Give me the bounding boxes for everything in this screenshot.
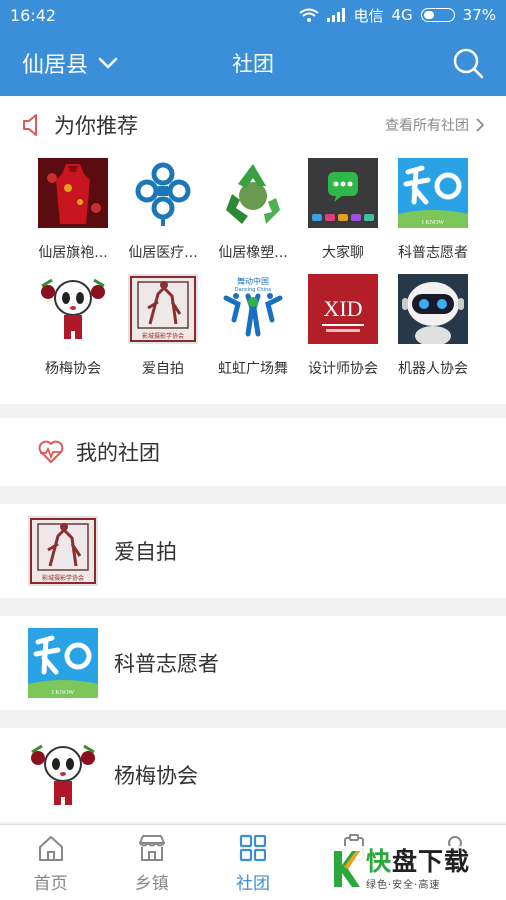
location-label: 仙居县	[22, 53, 89, 78]
see-all-link[interactable]: 查看所有社团	[385, 115, 484, 135]
my-club-row[interactable]: 杨梅协会	[0, 728, 506, 822]
status-time: 16:42	[10, 5, 57, 25]
club-item[interactable]: 仙居旗袍...	[28, 158, 118, 262]
my-club-name: 爱自拍	[114, 540, 177, 564]
watermark-brand: 快盘下载	[366, 846, 471, 876]
club-item[interactable]: XID 设计师协会	[298, 274, 388, 378]
tab-clubs[interactable]: 社团	[202, 825, 303, 900]
qipao-dress-thumb	[38, 158, 108, 228]
svg-text:I KNOW: I KNOW	[422, 220, 444, 226]
club-item[interactable]: 机器人协会	[388, 274, 478, 378]
watermark-k-icon	[334, 851, 360, 887]
recommend-section: 为你推荐 查看所有社团 仙居旗袍... 仙居医疗... 仙居橡塑... 大家聊 …	[0, 96, 506, 404]
club-label: 大家聊	[322, 245, 364, 261]
club-label: 仙居医疗...	[128, 245, 198, 261]
club-item[interactable]: 大家聊	[298, 158, 388, 262]
search-icon[interactable]	[452, 47, 484, 79]
tab-label: 社团	[236, 874, 270, 894]
svg-text:XID: XID	[323, 296, 362, 321]
heart-pulse-icon	[38, 440, 64, 463]
dancing-china-logo: 舞动中国 Dancing China	[218, 274, 288, 344]
svg-text:影城摄影学协会: 影城摄影学协会	[142, 332, 184, 340]
my-club-name: 科普志愿者	[114, 652, 219, 676]
club-label: 仙居旗袍...	[38, 245, 108, 261]
carrier-label: 电信	[353, 6, 384, 25]
i-know-logo: I KNOW	[398, 158, 468, 228]
shop-icon	[138, 835, 165, 861]
svg-text:舞动中国: 舞动中国	[237, 276, 269, 286]
tab-home[interactable]: 首页	[0, 825, 101, 900]
location-selector[interactable]: 仙居县	[22, 47, 118, 79]
club-item[interactable]: 仙居医疗...	[118, 158, 208, 262]
watermark-logo: 快盘下载 绿色·安全·高速	[330, 846, 500, 892]
club-item[interactable]: I KNOW 科普志愿者	[388, 158, 478, 262]
photography-association-logo: 影城摄影学协会	[28, 516, 98, 586]
home-icon	[38, 836, 63, 861]
club-item[interactable]: 仙居橡塑...	[208, 158, 298, 262]
my-club-name: 杨梅协会	[114, 764, 198, 788]
club-item[interactable]: 影城摄影学协会 爱自拍	[118, 274, 208, 378]
tab-towns[interactable]: 乡镇	[101, 825, 202, 900]
chevron-down-icon	[98, 57, 118, 69]
my-club-row[interactable]: 影城摄影学协会 爱自拍	[0, 504, 506, 598]
club-item[interactable]: 杨梅协会	[28, 274, 118, 378]
battery-icon	[420, 8, 455, 22]
tab-label: 首页	[33, 874, 68, 894]
i-know-logo: I KNOW	[28, 628, 98, 698]
status-bar: 16:42 电信 4G 37%	[0, 0, 506, 30]
club-label: 科普志愿者	[398, 245, 468, 261]
club-label: 爱自拍	[142, 361, 184, 377]
mine-title: 我的社团	[76, 441, 160, 465]
my-club-row[interactable]: I KNOW 科普志愿者	[0, 616, 506, 710]
svg-text:Dancing China: Dancing China	[235, 287, 271, 293]
photography-association-logo: 影城摄影学协会	[128, 274, 198, 344]
watermark-tagline: 绿色·安全·高速	[366, 879, 441, 891]
wifi-icon	[299, 8, 320, 22]
recycle-globe-logo	[218, 158, 288, 228]
see-all-label: 查看所有社团	[385, 118, 469, 134]
recommend-title: 为你推荐	[54, 114, 138, 138]
club-label: 仙居橡塑...	[218, 245, 288, 261]
medical-knot-logo	[128, 158, 198, 228]
club-label: 虹虹广场舞	[218, 361, 288, 377]
svg-text:影城摄影学协会: 影城摄影学协会	[42, 574, 84, 582]
chat-app-logo	[308, 158, 378, 228]
designer-association-logo: XID	[308, 274, 378, 344]
club-item[interactable]: 舞动中国 Dancing China 虹虹广场舞	[208, 274, 298, 378]
network-label: 4G	[391, 6, 413, 24]
bayberry-mascot	[38, 274, 108, 344]
club-label: 杨梅协会	[45, 361, 101, 377]
club-label: 设计师协会	[308, 361, 378, 377]
grid-icon	[239, 834, 267, 862]
bayberry-mascot	[28, 740, 98, 810]
svg-text:I KNOW: I KNOW	[52, 690, 74, 696]
club-label: 机器人协会	[398, 361, 468, 377]
battery-percent: 37%	[462, 6, 496, 24]
speaker-icon	[23, 114, 37, 136]
mine-section-header: 我的社团	[0, 418, 506, 486]
tab-label: 乡镇	[134, 874, 169, 894]
robot-logo	[398, 274, 468, 344]
signal-icon	[327, 8, 346, 22]
chevron-right-icon	[476, 118, 484, 132]
app-header: 仙居县 社团	[0, 30, 506, 96]
